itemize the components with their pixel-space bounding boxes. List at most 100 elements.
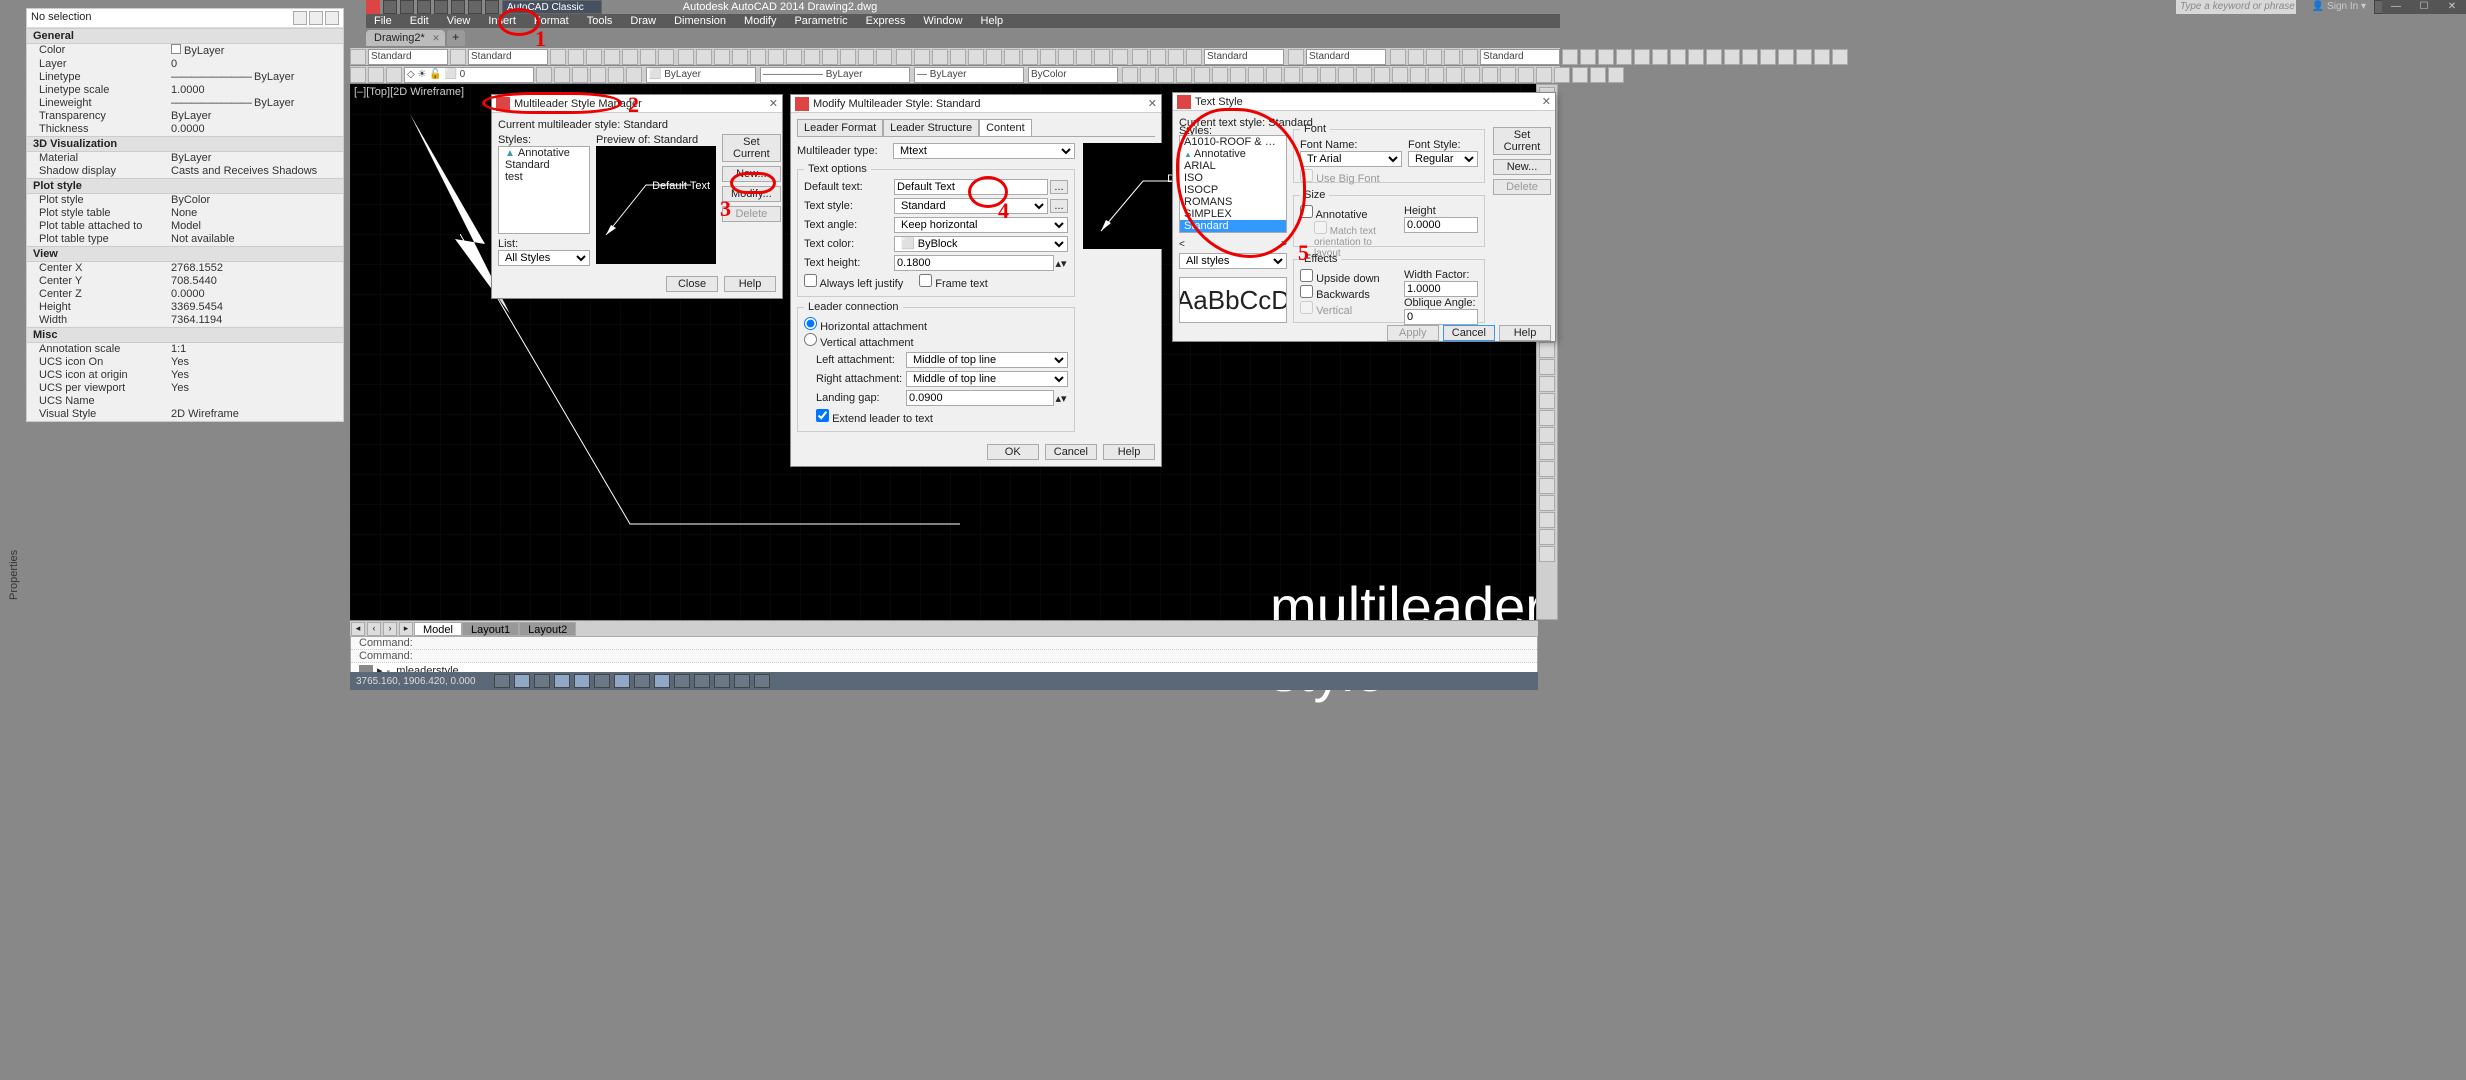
new-icon[interactable]: [383, 0, 397, 14]
selectobjects-icon[interactable]: [309, 11, 323, 25]
lineweight-select[interactable]: — ByLayer: [914, 67, 1024, 83]
tool-icon[interactable]: [1616, 49, 1632, 65]
tool-icon[interactable]: [590, 67, 606, 83]
prop-row[interactable]: UCS icon OnYes: [27, 356, 343, 369]
grid-toggle[interactable]: [514, 674, 530, 688]
landing-gap-input[interactable]: [906, 390, 1054, 406]
style-list-item[interactable]: Standard: [1180, 220, 1286, 232]
prop-value[interactable]: Model: [167, 220, 343, 232]
prop-value[interactable]: ByLayer: [167, 110, 343, 122]
tool-icon[interactable]: [572, 67, 588, 83]
menu-help[interactable]: Help: [973, 14, 1012, 28]
prop-value[interactable]: ———————— ByLayer: [167, 97, 343, 109]
tool-icon[interactable]: [622, 49, 638, 65]
tool-icon[interactable]: [1796, 49, 1812, 65]
ducs-toggle[interactable]: [634, 674, 650, 688]
frame-text-checkbox[interactable]: Frame text: [919, 274, 988, 290]
menu-modify[interactable]: Modify: [736, 14, 784, 28]
prop-value[interactable]: 2768.1552: [167, 262, 343, 274]
print-icon[interactable]: [451, 0, 465, 14]
tool-icon[interactable]: [1536, 67, 1552, 83]
prop-row[interactable]: Center X2768.1552: [27, 262, 343, 275]
tool-icon[interactable]: [1539, 495, 1555, 511]
prop-value[interactable]: ———————— ByLayer: [167, 71, 343, 83]
style-list-item[interactable]: SIMPLEX: [1180, 208, 1286, 220]
new-tab-button[interactable]: +: [447, 30, 465, 46]
tool-icon[interactable]: [1284, 67, 1300, 83]
tool-icon[interactable]: [386, 67, 402, 83]
tool-icon[interactable]: [804, 49, 820, 65]
tool-icon[interactable]: [1670, 49, 1686, 65]
styles-tree[interactable]: ▲Annotative Standard test: [498, 146, 590, 234]
tool-icon[interactable]: [858, 49, 874, 65]
tab-close-icon[interactable]: ✕: [432, 33, 440, 44]
prop-row[interactable]: Visual Style2D Wireframe: [27, 408, 343, 421]
prop-row[interactable]: Linetype———————— ByLayer: [27, 71, 343, 84]
close-icon[interactable]: ✕: [2438, 0, 2466, 14]
prop-row[interactable]: UCS per viewportYes: [27, 382, 343, 395]
prop-value[interactable]: 3369.5454: [167, 301, 343, 313]
text-angle-select[interactable]: Keep horizontal: [894, 217, 1068, 233]
prop-row[interactable]: Center Y708.5440: [27, 275, 343, 288]
tab-leader-format[interactable]: Leader Format: [797, 119, 883, 136]
tool-icon[interactable]: [1320, 67, 1336, 83]
redo-icon[interactable]: [485, 0, 499, 14]
prop-row[interactable]: Center Z0.0000: [27, 288, 343, 301]
prop-value[interactable]: Not available: [167, 233, 343, 245]
dialog-close-icon[interactable]: ✕: [769, 97, 778, 110]
viewport-label[interactable]: [–][Top][2D Wireframe]: [354, 86, 464, 98]
prop-row[interactable]: MaterialByLayer: [27, 152, 343, 165]
horiz-attach-radio[interactable]: Horizontal attachment: [804, 317, 1068, 333]
tab-content[interactable]: Content: [979, 119, 1032, 136]
tool-icon[interactable]: [626, 67, 642, 83]
style-list-item[interactable]: Annotative: [1180, 148, 1286, 160]
menu-window[interactable]: Window: [915, 14, 970, 28]
3dosnap-toggle[interactable]: [594, 674, 610, 688]
tool-icon[interactable]: [554, 67, 570, 83]
prop-group-header[interactable]: General: [27, 28, 343, 44]
tool-icon[interactable]: [1122, 67, 1138, 83]
list-filter-select[interactable]: All Styles: [498, 250, 590, 266]
undo-icon[interactable]: [468, 0, 482, 14]
tool-icon[interactable]: [1539, 461, 1555, 477]
prop-group-header[interactable]: Misc: [27, 327, 343, 343]
tool-icon[interactable]: [986, 49, 1002, 65]
cancel-button[interactable]: Cancel: [1045, 444, 1097, 460]
help-button[interactable]: Help: [1499, 325, 1551, 341]
tool-icon[interactable]: [608, 67, 624, 83]
tool-icon[interactable]: [586, 49, 602, 65]
prop-row[interactable]: Lineweight———————— ByLayer: [27, 97, 343, 110]
right-attach-select[interactable]: Middle of top line: [906, 371, 1068, 387]
snap-toggle[interactable]: [494, 674, 510, 688]
tool-icon[interactable]: [1814, 49, 1830, 65]
prop-value[interactable]: ByColor: [167, 194, 343, 206]
tool-icon[interactable]: [678, 49, 694, 65]
width-factor-input[interactable]: [1404, 281, 1478, 297]
tool-icon[interactable]: [1778, 49, 1794, 65]
tool-icon[interactable]: [1539, 359, 1555, 375]
tool-icon[interactable]: [1539, 512, 1555, 528]
tool-icon[interactable]: [1150, 49, 1166, 65]
annotation-style-select[interactable]: Standard: [368, 49, 448, 65]
prop-row[interactable]: Plot table attached toModel: [27, 220, 343, 233]
oblique-input[interactable]: [1404, 309, 1478, 325]
prop-value[interactable]: ByLayer: [167, 152, 343, 164]
prop-value[interactable]: 2D Wireframe: [167, 408, 343, 420]
tool-icon[interactable]: [914, 49, 930, 65]
tool-icon[interactable]: [1094, 49, 1110, 65]
tool-icon[interactable]: [1634, 49, 1650, 65]
prop-row[interactable]: Linetype scale1.0000: [27, 84, 343, 97]
style-list-item[interactable]: ROMANS: [1180, 196, 1286, 208]
tool-icon[interactable]: [932, 49, 948, 65]
style-filter-select[interactable]: All styles: [1179, 253, 1287, 269]
next-tab-icon[interactable]: ›: [383, 622, 397, 636]
text-color-select[interactable]: ⬜ ByBlock: [894, 236, 1068, 252]
tool-icon[interactable]: [1590, 67, 1606, 83]
tool-icon[interactable]: [1518, 67, 1534, 83]
tool-icon[interactable]: [568, 49, 584, 65]
tool-icon[interactable]: [1132, 49, 1148, 65]
upside-down-checkbox[interactable]: Upside down: [1300, 273, 1380, 285]
tool-icon[interactable]: [1554, 67, 1570, 83]
color-select[interactable]: ⬜ ByLayer: [646, 67, 756, 83]
tool-icon[interactable]: [1608, 67, 1624, 83]
